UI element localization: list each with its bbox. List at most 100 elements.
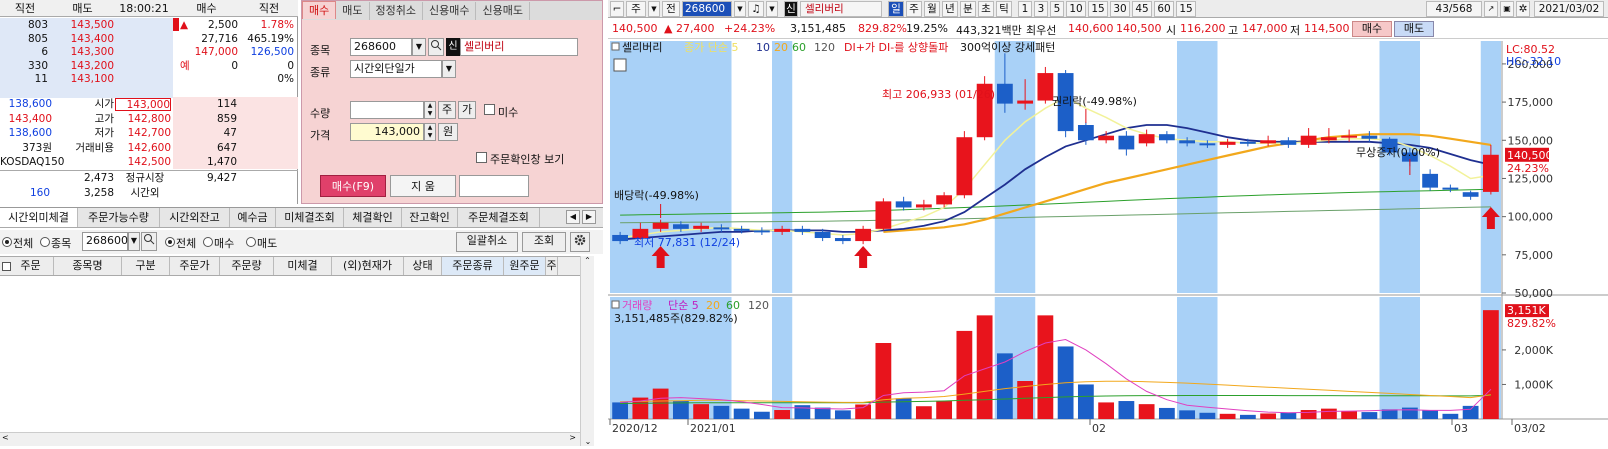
quick-buy-button[interactable]: 매수 <box>1352 21 1392 37</box>
tab-bottom-4[interactable]: 미체결조회 <box>276 208 344 227</box>
column-header-8[interactable]: 주문종류 <box>442 257 504 275</box>
tab-bottom-0[interactable]: 시간외미체결 <box>0 208 78 227</box>
query-button[interactable]: 조회 <box>522 232 566 252</box>
code-dropdown-icon[interactable]: ▼ <box>734 1 746 17</box>
interval-1[interactable]: 3 <box>1034 1 1048 17</box>
stock-name-field[interactable]: 셀리버리 <box>460 38 578 56</box>
period-0[interactable]: 일 <box>888 1 904 17</box>
bottom-search-icon[interactable] <box>141 232 157 251</box>
interval-2[interactable]: 5 <box>1050 1 1064 17</box>
tab-bottom-7[interactable]: 주문체결조회 <box>458 208 540 227</box>
mode-dropdown-icon[interactable]: ▼ <box>648 1 660 17</box>
qty-input[interactable] <box>350 101 424 119</box>
column-header-10[interactable]: 주 <box>546 257 558 275</box>
save-icon[interactable]: ▣ <box>1500 1 1514 17</box>
column-header-9[interactable]: 원주문 <box>504 257 546 275</box>
tab-bottom-2[interactable]: 시간외잔고 <box>160 208 230 227</box>
speaker-dropdown-icon[interactable]: ▼ <box>766 1 778 17</box>
type-dropdown-icon[interactable]: ▼ <box>442 60 456 78</box>
search-icon[interactable] <box>428 38 444 56</box>
period-4[interactable]: 분 <box>960 1 976 17</box>
interval-6[interactable]: 45 <box>1132 1 1152 17</box>
bid-price[interactable]: 142,600 <box>115 142 171 155</box>
confirm-checkbox[interactable] <box>476 152 487 163</box>
tab-sell[interactable]: 매도 <box>336 2 370 20</box>
interval-3[interactable]: 10 <box>1066 1 1086 17</box>
expand-icon[interactable]: ⌐ <box>610 1 624 17</box>
qty-price-button[interactable]: 가 <box>458 101 476 119</box>
tab-buy[interactable]: 매수 <box>302 1 337 19</box>
candlestick-chart[interactable]: 200,000175,000150,000125,000100,00075,00… <box>608 41 1608 449</box>
order-type-select[interactable]: 시간외단일가 <box>350 60 442 78</box>
price-unit-button[interactable]: 원 <box>438 123 458 141</box>
column-header-6[interactable]: (외)현재가 <box>332 257 404 275</box>
bid-price[interactable]: 143,000 <box>115 98 171 111</box>
price-input[interactable]: 143,000 <box>350 123 424 141</box>
chart-stock-name[interactable]: 셀리버리 <box>800 1 882 17</box>
mode-select[interactable]: 주 <box>626 1 646 17</box>
buy-amount-field[interactable] <box>459 175 529 197</box>
chart-code-input[interactable]: 268600 <box>682 1 732 17</box>
tab-prev-icon[interactable]: ◀ <box>566 210 580 224</box>
radio-all2[interactable] <box>165 237 175 247</box>
chart-date[interactable]: 2021/03/02 <box>1534 1 1604 17</box>
ask-price[interactable]: 143,400 <box>50 33 114 46</box>
bottom-code-input[interactable]: 268600 <box>82 232 128 251</box>
price-stepper[interactable]: ▲ ▼ <box>424 123 436 141</box>
settings-gear-icon[interactable] <box>570 232 590 252</box>
interval-7[interactable]: 60 <box>1154 1 1174 17</box>
period-1[interactable]: 주 <box>906 1 922 17</box>
chart-settings-gear-icon[interactable]: ✲ <box>1516 1 1530 17</box>
bid-price[interactable]: 142,700 <box>115 127 171 140</box>
period-6[interactable]: 틱 <box>996 1 1012 17</box>
line-tool-icon[interactable]: ↗ <box>1484 1 1498 17</box>
period-3[interactable]: 년 <box>942 1 958 17</box>
radio-code[interactable] <box>40 237 50 247</box>
bid-price[interactable]: 142,800 <box>115 113 171 126</box>
qty-stepper[interactable]: ▲ ▼ <box>424 101 436 119</box>
radio-sell[interactable] <box>246 237 256 247</box>
ask-price[interactable]: 143,200 <box>50 60 114 73</box>
bottom-code-dropdown-icon[interactable]: ▼ <box>128 232 140 251</box>
column-header-1[interactable]: 종목명 <box>54 257 122 275</box>
column-header-4[interactable]: 주문량 <box>220 257 274 275</box>
speaker-icon[interactable]: ♫ <box>748 1 764 17</box>
prev-button[interactable]: 전 <box>662 1 680 17</box>
buy-button[interactable]: 매수(F9) <box>320 175 386 197</box>
qty-share-button[interactable]: 주 <box>438 101 456 119</box>
code-input[interactable]: 268600 <box>350 38 412 56</box>
ask-price[interactable]: 143,300 <box>50 46 114 59</box>
column-header-0[interactable]: 주문 <box>8 257 54 275</box>
tab-credit-sell[interactable]: 신용매도 <box>476 2 530 20</box>
tab-modify[interactable]: 정정취소 <box>369 2 423 20</box>
quick-sell-button[interactable]: 매도 <box>1394 21 1434 37</box>
clear-button[interactable]: 지 움 <box>390 175 456 197</box>
interval-0[interactable]: 1 <box>1018 1 1032 17</box>
interval-8[interactable]: 15 <box>1176 1 1196 17</box>
tab-bottom-3[interactable]: 예수금 <box>230 208 276 227</box>
margin-checkbox[interactable] <box>484 104 495 115</box>
table-scrollbar[interactable]: ⌃ ⌄ <box>580 256 594 446</box>
column-header-5[interactable]: 미체결 <box>274 257 332 275</box>
ask-price[interactable]: 143,100 <box>50 73 114 86</box>
tab-bottom-5[interactable]: 체결확인 <box>344 208 402 227</box>
radio-all[interactable] <box>2 237 12 247</box>
cancel-all-button[interactable]: 일괄취소 <box>456 232 518 252</box>
column-header-2[interactable]: 구분 <box>122 257 170 275</box>
column-header-7[interactable]: 상태 <box>404 257 442 275</box>
radio-buy[interactable] <box>203 237 213 247</box>
code-dropdown-icon[interactable]: ▼ <box>412 38 426 56</box>
period-5[interactable]: 초 <box>978 1 994 17</box>
interval-4[interactable]: 15 <box>1088 1 1108 17</box>
bid-qty: 1,470 <box>206 156 237 168</box>
interval-5[interactable]: 30 <box>1110 1 1130 17</box>
table-hscrollbar[interactable]: < > <box>0 432 580 446</box>
tab-credit-buy[interactable]: 신용매수 <box>422 2 477 20</box>
tab-bottom-6[interactable]: 잔고확인 <box>402 208 458 227</box>
tab-bottom-1[interactable]: 주문가능수량 <box>78 208 160 227</box>
tab-next-icon[interactable]: ▶ <box>582 210 596 224</box>
period-2[interactable]: 월 <box>924 1 940 17</box>
column-header-3[interactable]: 주문가 <box>170 257 220 275</box>
bid-price[interactable]: 142,500 <box>115 156 171 169</box>
ask-price[interactable]: 143,500 <box>50 19 114 32</box>
